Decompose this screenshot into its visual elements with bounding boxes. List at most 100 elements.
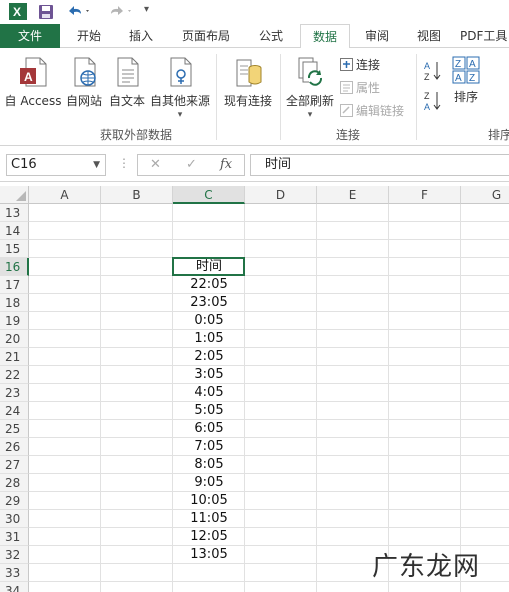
cell-c21[interactable]: 2:05	[173, 348, 245, 366]
cancel-icon[interactable]: ✕	[150, 157, 161, 172]
cell-c27[interactable]: 8:05	[173, 456, 245, 474]
row-header-21[interactable]: 21	[0, 348, 29, 366]
row-header-24[interactable]: 24	[0, 402, 29, 420]
tab-home[interactable]: 开始	[62, 24, 116, 48]
redo-icon[interactable]	[108, 4, 134, 20]
row-header-22[interactable]: 22	[0, 366, 29, 384]
svg-text:A: A	[469, 59, 476, 70]
refresh-all-label: 全部刷新	[285, 94, 334, 108]
text-file-icon	[117, 57, 139, 87]
cell-c22[interactable]: 3:05	[173, 366, 245, 384]
formula-bar: C16 ▼ ⋮ ✕ ✓ fx 时间	[0, 146, 509, 182]
row-gridline	[29, 383, 509, 384]
tab-pdf-tools[interactable]: PDF工具	[460, 24, 509, 48]
column-header-b[interactable]: B	[101, 186, 173, 204]
ribbon-tabs: 文件 开始 插入 页面布局 公式 数据 审阅 视图 PDF工具	[0, 24, 509, 49]
row-header-27[interactable]: 27	[0, 456, 29, 474]
row-header-18[interactable]: 18	[0, 294, 29, 312]
chevron-down-icon[interactable]: ▼	[93, 155, 100, 175]
row-header-33[interactable]: 33	[0, 564, 29, 582]
properties-button[interactable]: 属性	[340, 79, 380, 96]
tab-formulas[interactable]: 公式	[246, 24, 296, 48]
dropdown-arrow-icon: ▾	[307, 110, 313, 120]
cell-c26[interactable]: 7:05	[173, 438, 245, 456]
row-header-31[interactable]: 31	[0, 528, 29, 546]
row-header-23[interactable]: 23	[0, 384, 29, 402]
svg-text:A: A	[424, 102, 430, 112]
row-header-25[interactable]: 25	[0, 420, 29, 438]
svg-text:A: A	[455, 73, 462, 84]
column-header-c[interactable]: C	[173, 186, 245, 204]
row-header-19[interactable]: 19	[0, 312, 29, 330]
column-header-f[interactable]: F	[389, 186, 461, 204]
enter-icon[interactable]: ✓	[186, 157, 197, 172]
row-header-29[interactable]: 29	[0, 492, 29, 510]
from-text-button[interactable]: 自文本	[106, 56, 148, 109]
sort-ascending-button[interactable]: A Z	[424, 60, 442, 85]
tab-page-layout[interactable]: 页面布局	[170, 24, 242, 48]
row-header-13[interactable]: 13	[0, 204, 29, 222]
row-header-20[interactable]: 20	[0, 330, 29, 348]
web-page-globe-icon	[74, 57, 96, 87]
from-other-sources-button[interactable]: 自其他来源 ▾	[148, 56, 212, 120]
cell-c29[interactable]: 10:05	[173, 492, 245, 510]
cell-c20[interactable]: 1:05	[173, 330, 245, 348]
sort-dialog-icon: Z A A Z	[452, 56, 480, 84]
row-header-34[interactable]: 34	[0, 582, 29, 592]
row-header-30[interactable]: 30	[0, 510, 29, 528]
edit-links-button[interactable]: 编辑链接	[340, 102, 404, 119]
formula-input[interactable]: 时间	[250, 154, 509, 176]
cell-c23[interactable]: 4:05	[173, 384, 245, 402]
cell-c30[interactable]: 11:05	[173, 510, 245, 528]
cell-c17[interactable]: 22:05	[173, 276, 245, 294]
sort-descending-button[interactable]: Z A	[424, 90, 442, 115]
from-access-button[interactable]: A 自 Access	[4, 56, 62, 109]
cell-c19[interactable]: 0:05	[173, 312, 245, 330]
customize-icon[interactable]: ▾	[144, 4, 149, 15]
undo-icon[interactable]	[66, 4, 92, 20]
cell-c32[interactable]: 13:05	[173, 546, 245, 564]
row-header-26[interactable]: 26	[0, 438, 29, 456]
row-gridline	[29, 311, 509, 312]
cell-c18[interactable]: 23:05	[173, 294, 245, 312]
insert-function-icon[interactable]: fx	[220, 157, 232, 172]
row-header-16[interactable]: 16	[0, 258, 29, 276]
row-gridline	[29, 239, 509, 240]
sort-button[interactable]: Z A A Z 排序	[448, 56, 484, 105]
tab-insert[interactable]: 插入	[116, 24, 166, 48]
existing-connections-button[interactable]: 现有连接	[220, 56, 276, 109]
tab-file[interactable]: 文件	[0, 24, 60, 48]
row-gridline	[29, 491, 509, 492]
tab-data[interactable]: 数据	[300, 24, 350, 49]
properties-icon	[340, 81, 353, 94]
column-header-e[interactable]: E	[317, 186, 389, 204]
access-database-icon: A	[20, 57, 47, 87]
svg-text:Z: Z	[469, 73, 475, 84]
row-header-32[interactable]: 32	[0, 546, 29, 564]
column-header-d[interactable]: D	[245, 186, 317, 204]
column-header-g[interactable]: G	[461, 186, 509, 204]
row-header-14[interactable]: 14	[0, 222, 29, 240]
svg-text:Z: Z	[455, 59, 461, 70]
tab-review[interactable]: 审阅	[352, 24, 402, 48]
cell-c24[interactable]: 5:05	[173, 402, 245, 420]
from-other-sources-label: 自其他来源	[149, 94, 210, 108]
cell-c25[interactable]: 6:05	[173, 420, 245, 438]
from-web-button[interactable]: 自网站	[62, 56, 106, 109]
row-gridline	[29, 347, 509, 348]
row-header-15[interactable]: 15	[0, 240, 29, 258]
tab-view[interactable]: 视图	[404, 24, 454, 48]
connections-button[interactable]: 连接	[340, 56, 380, 73]
name-box[interactable]: C16 ▼	[6, 154, 106, 176]
svg-text:Z: Z	[424, 91, 430, 101]
row-gridline	[29, 437, 509, 438]
cell-c31[interactable]: 12:05	[173, 528, 245, 546]
cell-c28[interactable]: 9:05	[173, 474, 245, 492]
select-all-button[interactable]	[0, 186, 29, 204]
row-header-17[interactable]: 17	[0, 276, 29, 294]
row-header-28[interactable]: 28	[0, 474, 29, 492]
worksheet-grid[interactable]: A B C D E F G 13 14 15 16 17 18 19 20 21 22 23 24 25…	[0, 186, 509, 592]
save-icon[interactable]	[38, 4, 54, 20]
refresh-all-button[interactable]: 全部刷新 ▾	[284, 56, 336, 120]
column-header-a[interactable]: A	[29, 186, 101, 204]
